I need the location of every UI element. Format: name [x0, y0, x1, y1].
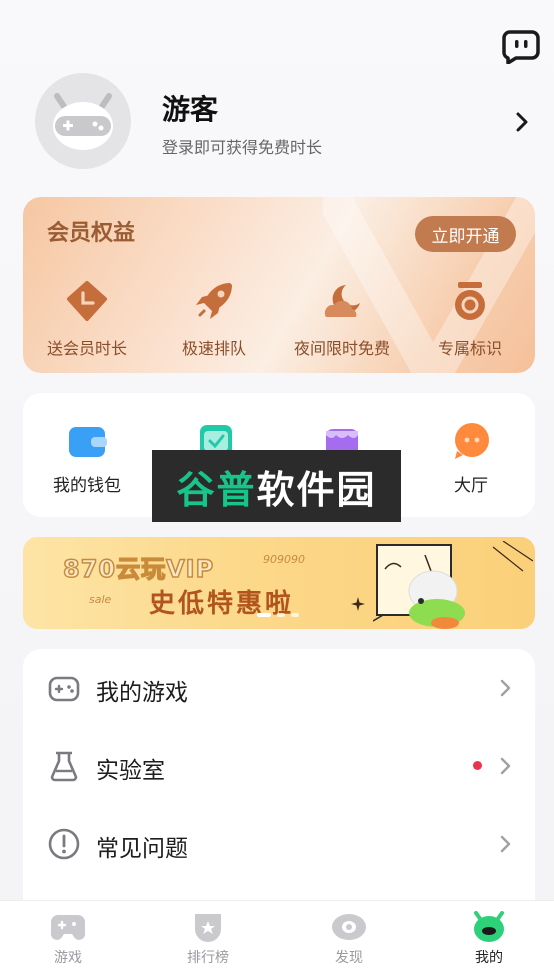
nav-tab-ranking[interactable]: 排行榜 [168, 911, 248, 967]
menu-label: 实验室 [96, 758, 165, 784]
bottom-nav: 游戏 排行榜 发现 我的 [0, 900, 554, 973]
watermark: 谷普 软件园 [152, 450, 401, 522]
banner-sale: sale [89, 593, 112, 606]
flask-icon [50, 751, 78, 782]
benefit-item[interactable]: 夜间限时免费 [282, 279, 402, 359]
menu-label: 常见问题 [96, 836, 188, 862]
wallet-icon [69, 427, 107, 457]
banner-illustration [373, 541, 533, 629]
member-title: 会员权益 [47, 221, 136, 246]
avatar[interactable] [35, 73, 131, 169]
benefit-item[interactable]: 极速排队 [154, 279, 274, 359]
nav-tab-games[interactable]: 游戏 [28, 911, 108, 967]
promo-banner[interactable]: 870云玩VIP 909090 sale 史低特惠啦 [23, 537, 535, 629]
username[interactable]: 游客 [162, 88, 218, 128]
profile-arrow[interactable] [512, 110, 532, 134]
watermark-green-text: 谷普 [176, 467, 257, 512]
moon-cloud-icon [324, 285, 360, 317]
nav-tab-mine[interactable]: 我的 [449, 911, 529, 967]
shortcut-label: 大厅 [454, 476, 488, 496]
chevron-right-icon [500, 757, 511, 775]
chevron-right-icon [500, 835, 511, 853]
benefit-label: 专属标识 [437, 339, 502, 358]
guest-avatar-icon [53, 93, 113, 150]
chat-icon [502, 30, 540, 65]
menu-item-my-games[interactable]: 我的游戏 [23, 649, 535, 727]
chevron-right-icon [516, 112, 528, 132]
login-hint[interactable]: 登录即可获得免费时长 [162, 134, 322, 158]
benefit-label: 夜间限时免费 [293, 339, 390, 358]
banner-code: 909090 [263, 553, 305, 566]
exclamation-circle-icon [48, 828, 80, 860]
new-badge [473, 761, 482, 770]
nav-label: 游戏 [54, 950, 82, 966]
shortcut-wallet[interactable]: 我的钱包 [37, 421, 137, 496]
benefit-item[interactable]: 专属标识 [410, 279, 530, 359]
open-membership-button[interactable]: 立即开通 [415, 216, 516, 252]
watermark-white-text: 软件园 [256, 467, 377, 512]
medal-icon [455, 282, 485, 320]
banner-headline: 870云玩VIP [62, 554, 215, 584]
benefit-label: 极速排队 [181, 339, 246, 358]
ranking-shield-icon [195, 914, 221, 942]
benefit-item[interactable]: 送会员时长 [27, 279, 147, 359]
eye-icon [332, 914, 366, 940]
chevron-right-icon [500, 679, 511, 697]
nav-tab-discover[interactable]: 发现 [309, 911, 389, 967]
shortcut-hall[interactable]: 大厅 [421, 421, 521, 496]
member-benefits-card[interactable]: 会员权益 立即开通 送会员时长 极速排队 夜间限时免费 专属标识 [23, 197, 535, 373]
nav-label: 我的 [475, 950, 503, 966]
clock-badge-icon [67, 281, 107, 321]
monster-face-icon [474, 911, 504, 942]
gamepad-icon [51, 915, 85, 940]
nav-label: 发现 [335, 950, 363, 966]
benefit-label: 送会员时长 [46, 339, 127, 358]
menu-label: 我的游戏 [96, 680, 188, 706]
menu-item-lab[interactable]: 实验室 [23, 727, 535, 805]
rocket-icon [196, 283, 232, 319]
menu-list: 我的游戏 实验室 常见问题 [23, 649, 535, 919]
menu-item-faq[interactable]: 常见问题 [23, 805, 535, 883]
gamepad-icon [48, 676, 80, 702]
message-button[interactable] [502, 28, 540, 65]
shortcut-label: 我的钱包 [53, 476, 121, 496]
nav-label: 排行榜 [187, 950, 229, 966]
banner-pagination [257, 613, 299, 617]
chat-bubble-icon [455, 423, 489, 459]
sparkle-icon [351, 597, 365, 611]
